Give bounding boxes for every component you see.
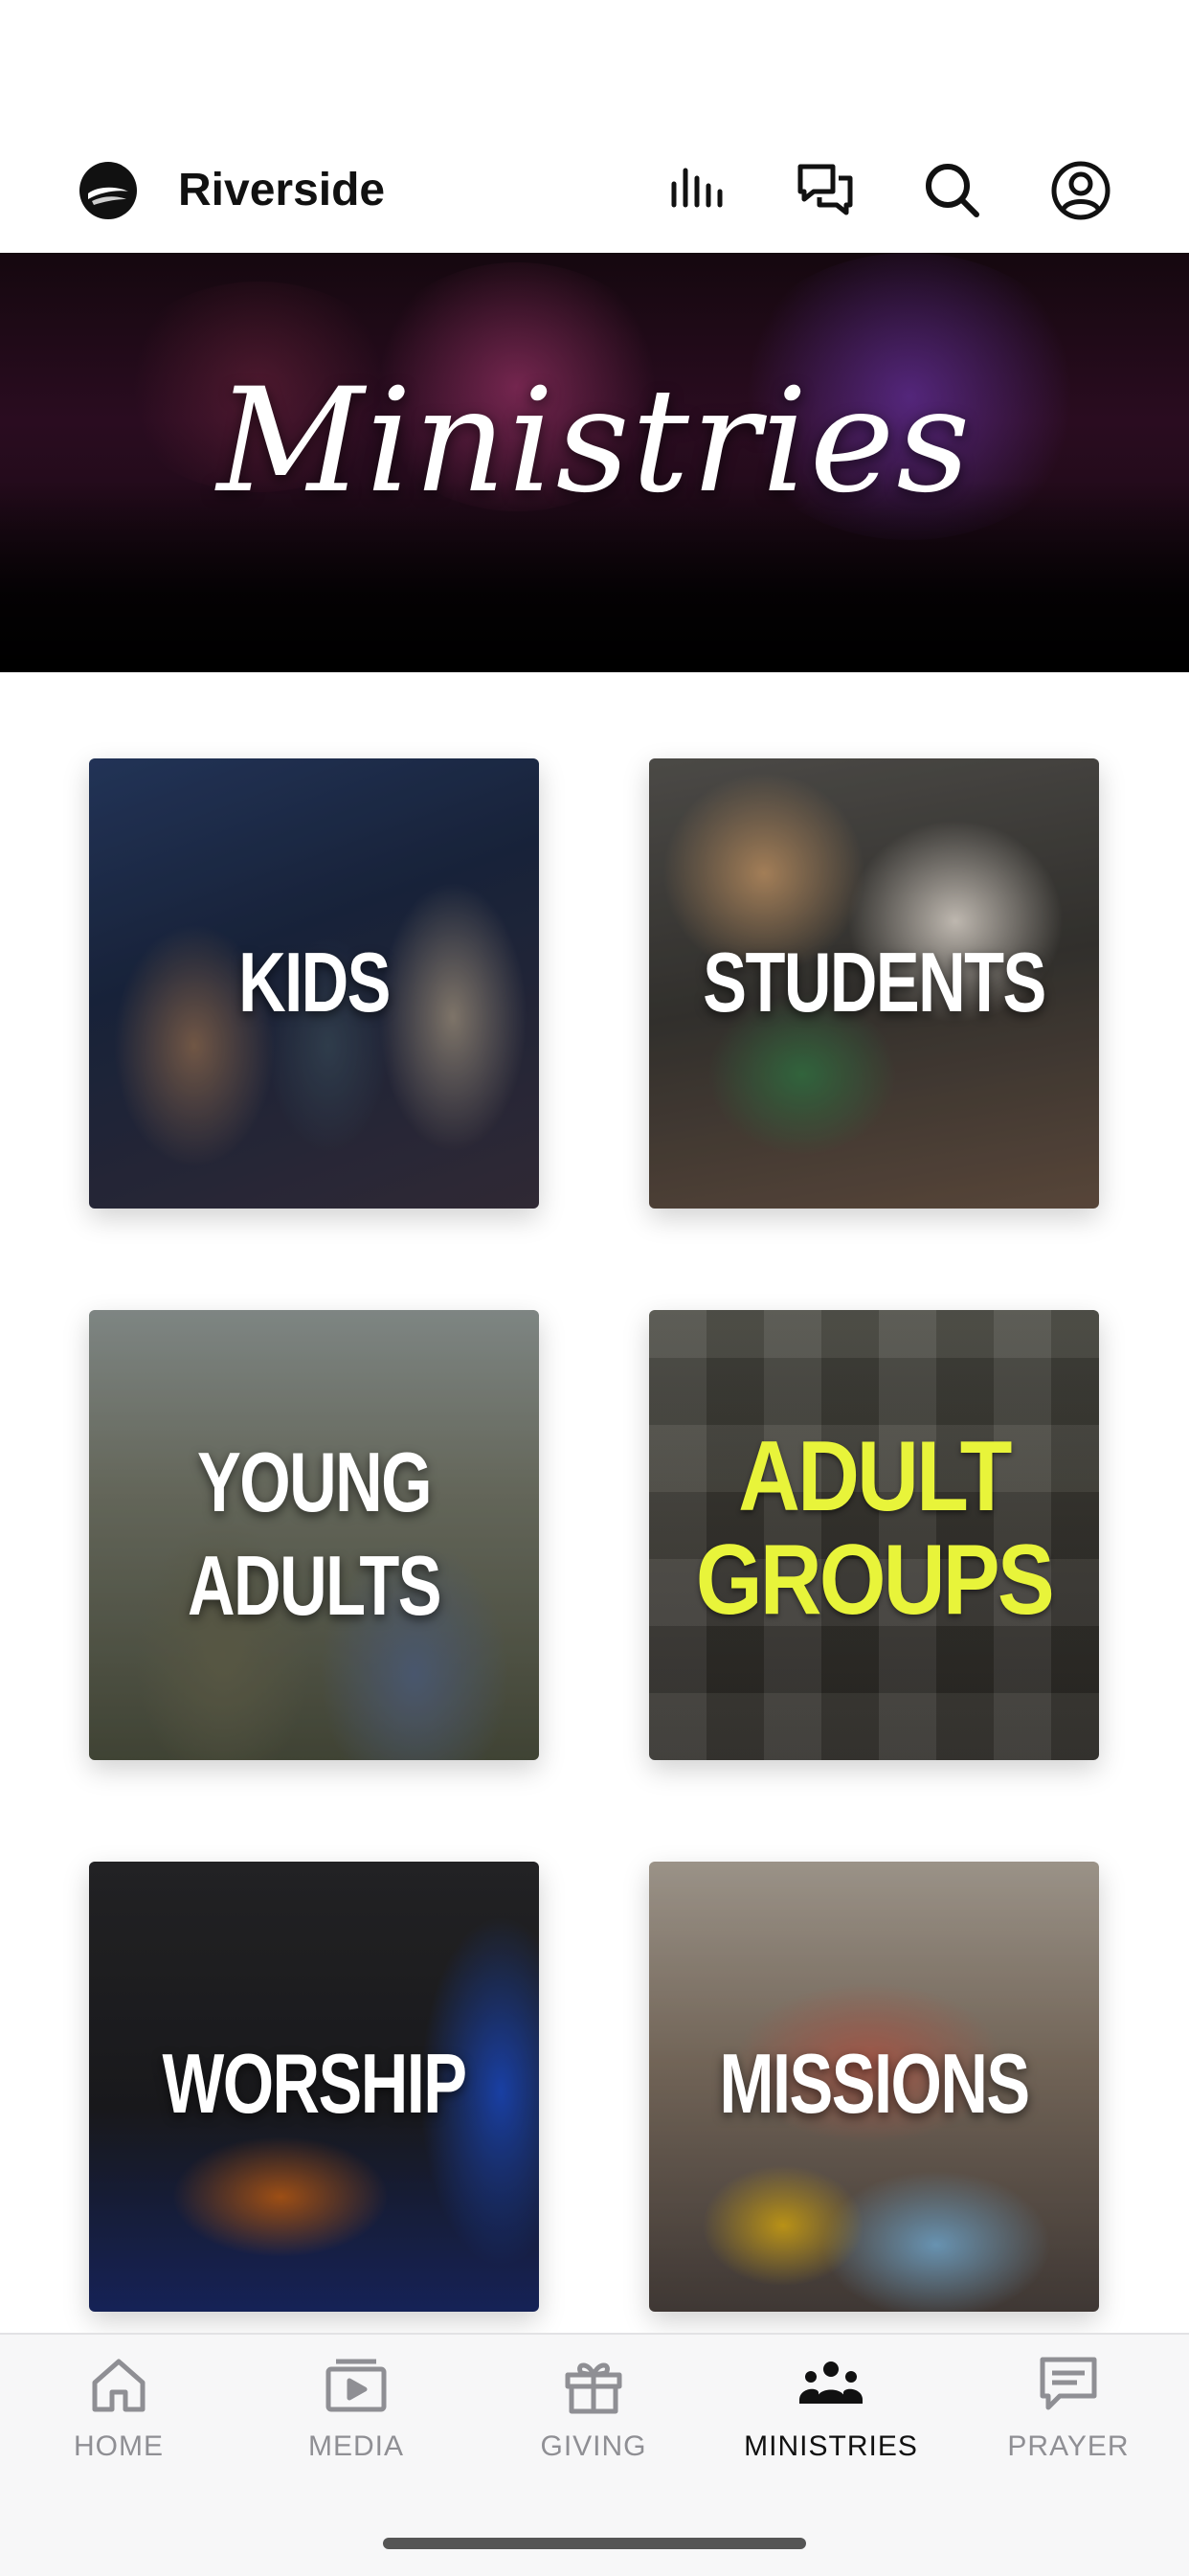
tab-giving[interactable]: GIVING: [498, 2352, 689, 2463]
tab-label: MEDIA: [307, 2430, 404, 2462]
ministry-tile-missions[interactable]: MISSIONS: [649, 1862, 1099, 2312]
stats-icon[interactable]: [666, 157, 733, 224]
chat-icon[interactable]: [793, 157, 860, 224]
top-app-bar: Riverside: [0, 124, 1189, 253]
home-indicator[interactable]: [383, 2538, 806, 2549]
tab-ministries[interactable]: MINISTRIES: [735, 2352, 927, 2463]
search-icon[interactable]: [919, 157, 986, 224]
tile-overlay: [89, 1310, 539, 1760]
home-icon: [92, 2359, 146, 2412]
tile-label: KIDS: [238, 935, 391, 1029]
ministry-tile-kids[interactable]: KIDS: [89, 758, 539, 1209]
prayer-icon: [1040, 2357, 1097, 2410]
tile-label-line2: ADULTS: [188, 1538, 441, 1633]
tile-label: WORSHIP: [162, 2036, 467, 2131]
brand-name[interactable]: Riverside: [178, 161, 385, 220]
tab-media[interactable]: MEDIA: [260, 2352, 452, 2463]
account-icon[interactable]: [1047, 157, 1114, 224]
tile-label-line1: YOUNG: [197, 1435, 432, 1529]
tile-label: MISSIONS: [719, 2036, 1030, 2131]
hero-banner: Ministries: [0, 253, 1189, 672]
ministry-tile-worship[interactable]: WORSHIP: [89, 1862, 539, 2312]
tab-label: MINISTRIES: [744, 2430, 918, 2462]
page-title: Ministries: [216, 358, 973, 525]
gift-icon: [565, 2362, 622, 2414]
tab-label: PRAYER: [1007, 2430, 1130, 2462]
tab-label: GIVING: [540, 2430, 647, 2462]
ministry-tile-young-adults[interactable]: YOUNG ADULTS: [89, 1310, 539, 1760]
tile-label: STUDENTS: [703, 935, 1046, 1029]
tab-label: HOME: [74, 2430, 164, 2462]
tab-prayer[interactable]: PRAYER: [973, 2352, 1164, 2463]
people-icon: [799, 2361, 863, 2404]
ministry-tile-adult-groups[interactable]: ADULT GROUPS: [649, 1310, 1099, 1760]
ministry-tile-students[interactable]: STUDENTS: [649, 758, 1099, 1209]
media-icon: [325, 2359, 387, 2412]
church-logo-icon[interactable]: [79, 161, 138, 220]
tab-home[interactable]: HOME: [23, 2352, 214, 2463]
tile-label-line2: GROUPS: [695, 1525, 1055, 1636]
tile-label-line1: ADULT: [738, 1421, 1012, 1532]
